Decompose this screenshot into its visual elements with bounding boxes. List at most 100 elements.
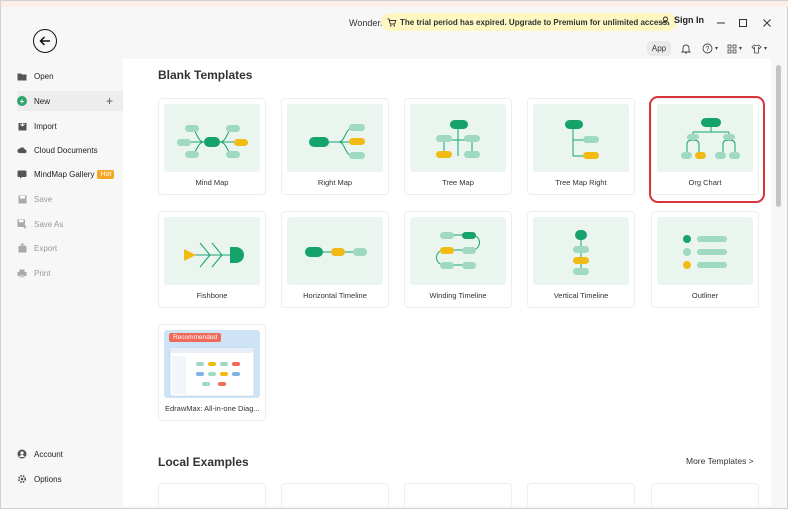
sidebar-item-label: Open bbox=[34, 71, 54, 81]
app-button[interactable]: App bbox=[647, 41, 671, 56]
sign-in-button[interactable]: Sign In bbox=[661, 15, 704, 25]
sidebar-item-label: Account bbox=[34, 449, 63, 459]
fishbone-thumbnail bbox=[164, 217, 260, 285]
maximize-button[interactable] bbox=[735, 15, 751, 31]
trial-banner[interactable]: The trial period has expired. Upgrade to… bbox=[381, 13, 678, 31]
chevron-down-icon: ▾ bbox=[715, 46, 719, 52]
apps-menu-button[interactable]: ▾ bbox=[727, 41, 742, 56]
template-card-edrawmax[interactable]: Recommended EdrawMax: All-in-one Diag... bbox=[158, 324, 266, 421]
template-card-fishbone[interactable]: Fishbone bbox=[158, 211, 266, 308]
template-card-horizontal-timeline[interactable]: Horizontal Timeline bbox=[281, 211, 389, 308]
sidebar-item-cloud-documents[interactable]: Cloud Documents bbox=[17, 140, 123, 160]
local-examples-title: Local Examples bbox=[158, 455, 249, 469]
template-card-tree-map-right[interactable]: Tree Map Right bbox=[527, 98, 635, 195]
right-map-diagram-icon bbox=[309, 124, 365, 159]
template-label: Outliner bbox=[691, 291, 719, 300]
tree-map-right-thumbnail bbox=[533, 104, 629, 172]
account-icon bbox=[17, 449, 27, 459]
template-label: Mind Map bbox=[195, 178, 229, 187]
sidebar: Open + New + Import Cloud Documents Mind… bbox=[7, 11, 123, 506]
shirt-menu-button[interactable]: ▾ bbox=[751, 41, 767, 56]
sidebar-item-account[interactable]: Account bbox=[17, 444, 123, 464]
local-example-card[interactable] bbox=[651, 483, 759, 506]
edrawmax-thumbnail: Recommended bbox=[164, 330, 260, 398]
grid-icon bbox=[727, 44, 737, 53]
tree-map-right-diagram-icon bbox=[565, 120, 599, 159]
sidebar-item-save[interactable]: Save bbox=[17, 189, 123, 209]
vertical-timeline-diagram-icon bbox=[573, 230, 589, 275]
export-icon bbox=[17, 243, 27, 253]
local-example-card[interactable] bbox=[281, 483, 389, 506]
save-as-icon bbox=[17, 219, 27, 229]
sidebar-item-export[interactable]: Export bbox=[17, 238, 123, 258]
app-name: Wonders bbox=[349, 18, 385, 28]
back-button[interactable] bbox=[33, 29, 57, 53]
sidebar-item-label: New bbox=[34, 96, 51, 106]
template-label: Horizontal Timeline bbox=[303, 291, 367, 300]
template-label: Winding Timeline bbox=[429, 291, 487, 300]
top-accent-strip bbox=[1, 1, 788, 7]
sidebar-item-new[interactable]: + New + bbox=[17, 91, 123, 111]
sidebar-item-label: Export bbox=[34, 243, 58, 253]
mind-map-diagram-icon bbox=[177, 125, 248, 158]
save-icon bbox=[17, 194, 27, 204]
sidebar-item-print[interactable]: Print bbox=[17, 263, 123, 283]
plus-circle-icon: + bbox=[17, 96, 27, 106]
add-icon[interactable]: + bbox=[106, 94, 113, 108]
minimize-button[interactable] bbox=[713, 15, 729, 31]
sign-in-label: Sign In bbox=[674, 15, 704, 25]
shirt-icon bbox=[751, 43, 762, 53]
local-example-card[interactable] bbox=[527, 483, 635, 506]
sidebar-item-options[interactable]: Options bbox=[17, 469, 123, 489]
outliner-thumbnail bbox=[657, 217, 753, 285]
template-label: Fishbone bbox=[196, 291, 228, 300]
recommended-badge: Recommended bbox=[169, 333, 222, 342]
template-card-outliner[interactable]: Outliner bbox=[651, 211, 759, 308]
sidebar-item-label: Print bbox=[34, 268, 51, 278]
minimize-icon bbox=[717, 22, 725, 24]
blank-templates-title: Blank Templates bbox=[158, 68, 253, 82]
vertical-timeline-thumbnail bbox=[533, 217, 629, 285]
folder-icon bbox=[17, 71, 27, 81]
template-card-right-map[interactable]: Right Map bbox=[281, 98, 389, 195]
sidebar-item-label: Save As bbox=[34, 219, 64, 229]
bell-icon bbox=[681, 44, 691, 54]
tree-map-diagram-icon bbox=[436, 120, 480, 158]
local-example-card[interactable] bbox=[158, 483, 266, 506]
user-icon bbox=[661, 16, 670, 25]
scrollbar-thumb[interactable] bbox=[776, 65, 781, 207]
more-templates-link[interactable]: More Templates > bbox=[686, 456, 754, 466]
arrow-left-icon bbox=[39, 36, 50, 46]
sidebar-item-save-as[interactable]: Save As bbox=[17, 214, 123, 234]
app-label: App bbox=[651, 44, 667, 53]
template-card-vertical-timeline[interactable]: Vertical Timeline bbox=[527, 211, 635, 308]
sidebar-item-open[interactable]: Open bbox=[17, 66, 123, 86]
help-icon: ? bbox=[702, 43, 713, 54]
local-example-card[interactable] bbox=[404, 483, 512, 506]
sidebar-item-label: Import bbox=[34, 121, 57, 131]
sidebar-item-import[interactable]: Import bbox=[17, 116, 123, 136]
svg-text:?: ? bbox=[706, 46, 710, 53]
outliner-diagram-icon bbox=[683, 235, 727, 269]
mind-map-thumbnail bbox=[164, 104, 260, 172]
horizontal-timeline-diagram-icon bbox=[305, 247, 367, 257]
close-icon bbox=[763, 19, 771, 27]
template-card-tree-map[interactable]: Tree Map bbox=[404, 98, 512, 195]
sidebar-item-label: Cloud Documents bbox=[34, 145, 98, 155]
help-menu-button[interactable]: ? ▾ bbox=[702, 41, 718, 56]
template-label: Right Map bbox=[317, 178, 353, 187]
notification-button[interactable] bbox=[681, 41, 691, 56]
winding-timeline-thumbnail bbox=[410, 217, 506, 285]
import-icon bbox=[17, 121, 27, 131]
template-label: Vertical Timeline bbox=[553, 291, 609, 300]
close-button[interactable] bbox=[759, 15, 775, 31]
template-card-mind-map[interactable]: Mind Map bbox=[158, 98, 266, 195]
template-label: EdrawMax: All-in-one Diag... bbox=[165, 404, 260, 413]
template-card-winding-timeline[interactable]: Winding Timeline bbox=[404, 211, 512, 308]
sidebar-item-mindmap-gallery[interactable]: MindMap Gallery Hot bbox=[17, 164, 123, 184]
sidebar-item-label: Options bbox=[34, 474, 62, 484]
winding-timeline-diagram-icon bbox=[436, 232, 480, 269]
hot-badge: Hot bbox=[97, 169, 115, 179]
right-map-thumbnail bbox=[287, 104, 383, 172]
sidebar-item-label: MindMap Gallery bbox=[34, 169, 95, 179]
